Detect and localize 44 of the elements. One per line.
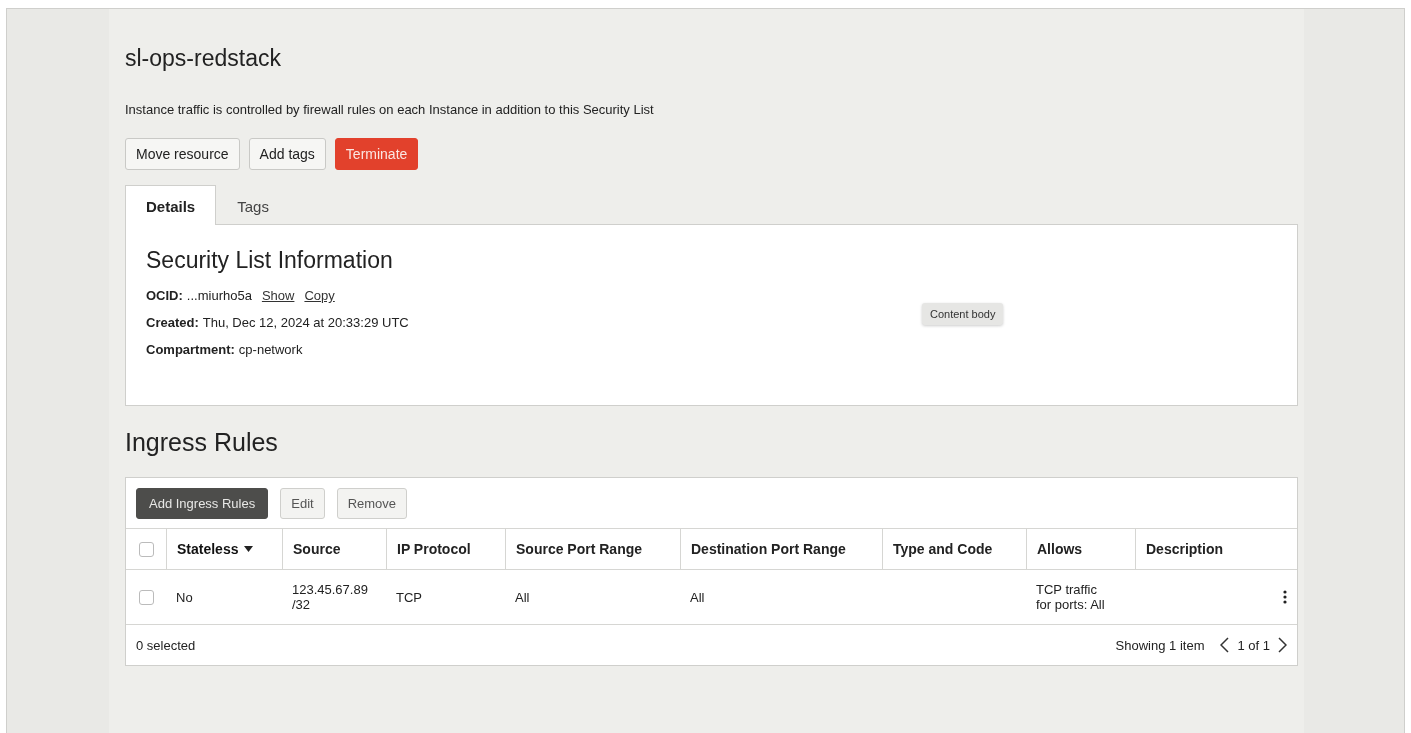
field-value: Thu, Dec 12, 2024 at 20:33:29 UTC: [202, 315, 409, 330]
kebab-menu-icon[interactable]: [1283, 590, 1287, 604]
link[interactable]: Show: [261, 288, 295, 303]
column-header[interactable]: Allows: [1037, 541, 1083, 557]
previous-page-icon[interactable]: [1220, 637, 1230, 653]
column-header[interactable]: Destination Port Range: [691, 541, 846, 557]
selected-count: 0 selected: [136, 637, 196, 653]
column-header[interactable]: Source: [293, 541, 341, 557]
section-heading: Ingress Rules: [125, 428, 279, 457]
terminate-button[interactable]: Terminate: [334, 138, 419, 170]
table-cell: TCP: [396, 589, 422, 605]
sort-caret-icon[interactable]: [244, 546, 254, 552]
tab[interactable]: Tags: [216, 185, 290, 225]
field-value: ...miurho5a: [186, 288, 252, 303]
column-header[interactable]: Description: [1146, 541, 1223, 557]
tooltip: Content body: [922, 303, 1004, 325]
field-value: cp-network: [238, 342, 303, 357]
toolbar-button[interactable]: Remove: [336, 488, 408, 519]
page-title: sl-ops-redstack: [125, 45, 282, 72]
field-label: Created:: [146, 315, 199, 330]
checkbox[interactable]: [138, 541, 154, 557]
checkbox[interactable]: [138, 589, 154, 605]
table-cell: 123.45.67.89/32: [292, 582, 369, 612]
description-text: Instance traffic is controlled by firewall rules on each Instance in addition to this Security List: [125, 102, 655, 117]
toolbar-button[interactable]: Add Ingress Rules: [136, 488, 269, 519]
column-header[interactable]: Source Port Range: [516, 541, 643, 557]
next-page-icon[interactable]: [1278, 637, 1287, 653]
column-header[interactable]: IP Protocol: [397, 541, 471, 557]
column-header[interactable]: Type and Code: [893, 541, 993, 557]
table-cell: No: [176, 589, 193, 605]
action-button[interactable]: Add tags: [248, 138, 326, 170]
link[interactable]: Copy: [304, 288, 335, 303]
showing-text: Showing 1 item: [1115, 637, 1205, 653]
table-cell: All: [515, 589, 530, 605]
table-cell-text: TCP traffic for ports: All: [1036, 582, 1106, 612]
column-header[interactable]: Stateless: [177, 541, 239, 557]
tab[interactable]: Details: [125, 185, 217, 225]
table-cell: All: [690, 589, 705, 605]
page-indicator: 1 of 1: [1237, 637, 1270, 653]
action-button[interactable]: Move resource: [125, 138, 240, 170]
field-label: OCID:: [146, 288, 183, 303]
field-label: Compartment:: [146, 342, 235, 357]
toolbar-button[interactable]: Edit: [280, 488, 325, 519]
section-heading: Security List Information: [146, 247, 394, 274]
